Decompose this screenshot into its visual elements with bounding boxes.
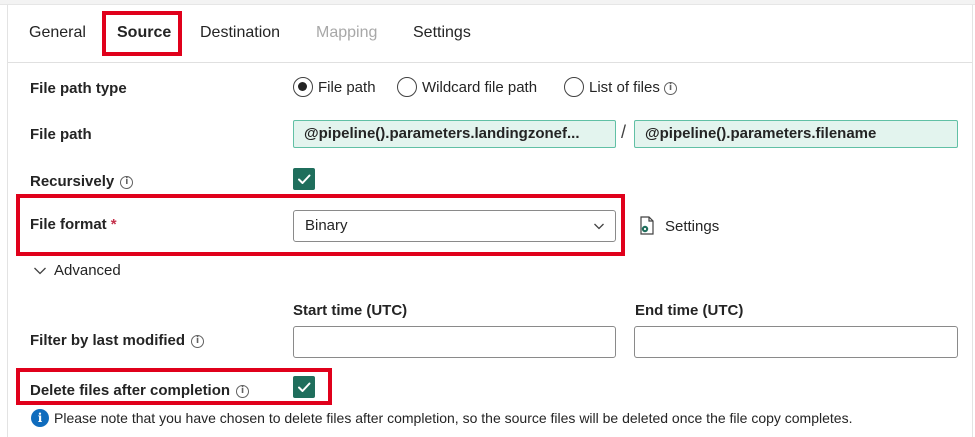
radio-list-of-files[interactable]	[564, 77, 584, 97]
radio-file-path[interactable]	[293, 77, 313, 97]
check-icon	[298, 174, 311, 184]
tab-bar-divider	[8, 62, 972, 63]
tab-source-highlight	[102, 11, 182, 56]
file-path-label: File path	[30, 126, 92, 143]
delete-files-label-text: Delete files after completion	[30, 382, 231, 399]
delete-files-checkbox[interactable]	[293, 376, 315, 398]
file-path-directory-field[interactable]: @pipeline().parameters.landingzonef...	[293, 120, 616, 148]
panel-right-border	[972, 5, 973, 437]
panel-left-border	[7, 5, 8, 437]
file-format-label: File format *	[30, 216, 117, 233]
radio-wildcard-file-path[interactable]	[397, 77, 417, 97]
tab-general[interactable]: General	[29, 24, 86, 42]
info-icon[interactable]: i	[664, 82, 677, 95]
info-filled-icon: i	[31, 409, 49, 427]
radio-wildcard-file-path-label[interactable]: Wildcard file path	[422, 79, 537, 96]
file-path-filename-field[interactable]: @pipeline().parameters.filename	[634, 120, 958, 148]
recursively-checkbox[interactable]	[293, 168, 315, 190]
path-separator: /	[621, 122, 627, 142]
info-icon[interactable]: i	[191, 335, 205, 348]
info-icon[interactable]: i	[236, 385, 250, 398]
chevron-down-icon[interactable]	[33, 265, 47, 277]
end-time-label: End time (UTC)	[635, 302, 744, 319]
filter-last-modified-label: Filter by last modified i	[30, 332, 205, 349]
file-format-settings-link[interactable]: Settings	[665, 218, 719, 235]
end-time-input[interactable]	[634, 326, 958, 358]
check-icon	[298, 382, 311, 392]
file-path-type-label: File path type	[30, 80, 127, 97]
radio-selected-dot	[298, 82, 307, 91]
radio-file-path-label[interactable]: File path	[318, 79, 376, 96]
chevron-down-icon	[594, 223, 604, 230]
delete-files-notice: Please note that you have chosen to dele…	[54, 410, 853, 426]
delete-files-label: Delete files after completion i	[30, 382, 250, 399]
file-format-value: Binary	[305, 217, 348, 234]
radio-list-of-files-label[interactable]: List of files	[589, 79, 660, 96]
file-format-label-text: File format	[30, 216, 107, 233]
filter-last-modified-label-text: Filter by last modified	[30, 332, 186, 349]
file-format-select[interactable]: Binary	[293, 210, 616, 242]
start-time-input[interactable]	[293, 326, 616, 358]
tab-destination[interactable]: Destination	[200, 24, 280, 42]
start-time-label: Start time (UTC)	[293, 302, 408, 319]
advanced-toggle[interactable]: Advanced	[54, 262, 121, 279]
recursively-label: Recursively i	[30, 173, 134, 190]
required-asterisk: *	[110, 216, 117, 233]
tab-mapping[interactable]: Mapping	[316, 24, 377, 42]
document-settings-icon[interactable]	[638, 216, 656, 236]
recursively-label-text: Recursively	[30, 173, 115, 190]
tab-settings[interactable]: Settings	[413, 24, 471, 42]
top-strip	[0, 0, 975, 5]
info-icon[interactable]: i	[120, 176, 134, 189]
